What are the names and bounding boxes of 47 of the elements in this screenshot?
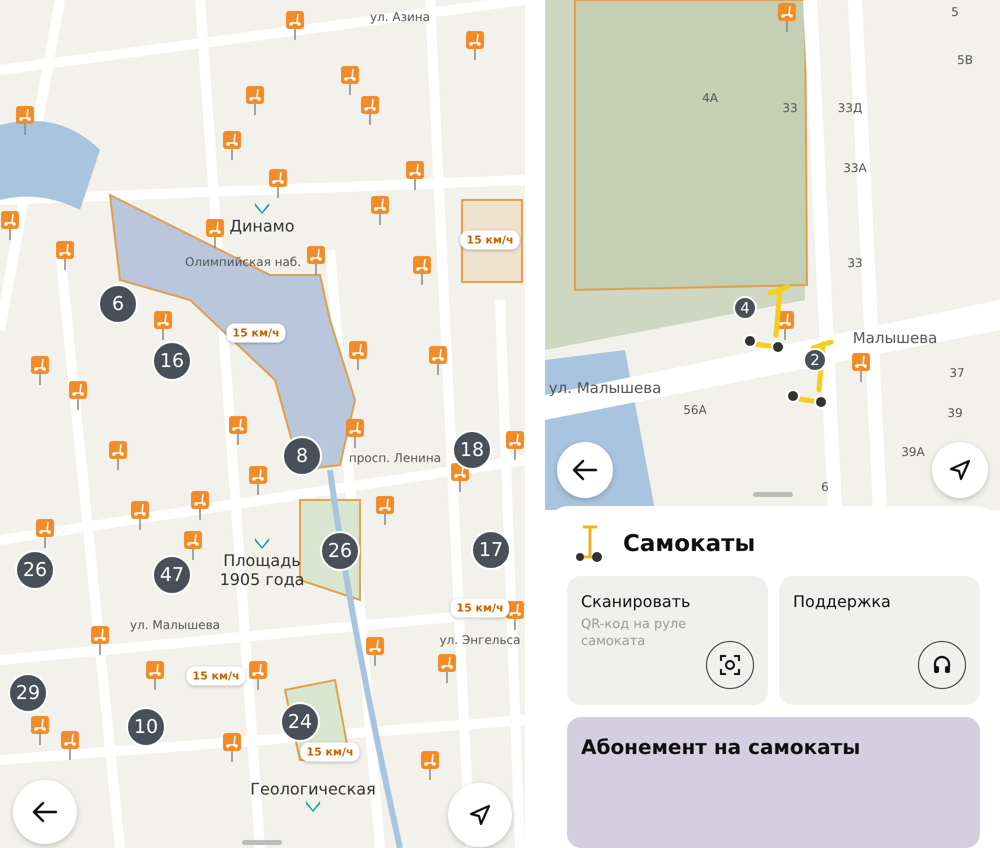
map-label: 39А <box>901 445 925 459</box>
drag-handle[interactable] <box>242 840 282 845</box>
map-label: 5В <box>957 53 973 67</box>
navigation-arrow-icon <box>948 458 972 482</box>
card-title: Абонемент на самокаты <box>581 735 862 759</box>
drag-handle[interactable] <box>753 492 793 497</box>
map-label: 6 <box>821 480 829 494</box>
speed-limit-badge: 15 км/ч <box>226 324 286 342</box>
support-button[interactable] <box>918 641 966 689</box>
scan-icon <box>719 654 741 676</box>
metro-icon <box>254 537 270 549</box>
metro-station-label: Динамо <box>229 216 295 236</box>
street-label: ул. Азина <box>370 10 430 24</box>
street-label: просп. Ленина <box>348 451 442 465</box>
street-map-drawing[interactable] <box>0 0 525 848</box>
street-label: ул. Энгельса <box>440 633 520 647</box>
headset-icon <box>931 654 953 676</box>
speed-limit-badge: 15 км/ч <box>186 666 246 686</box>
speed-limit-badge: 15 км/ч <box>300 742 360 762</box>
map-label: ул. Малышева <box>548 379 662 397</box>
support-card[interactable]: Поддержка <box>779 576 980 705</box>
map-label: 33 <box>782 101 798 115</box>
card-subtitle: QR-код на руле самоката <box>581 617 688 651</box>
subscription-card[interactable]: Абонемент на самокаты <box>567 717 980 848</box>
map-label: 33 <box>847 256 863 270</box>
map-label: 39 <box>947 406 963 420</box>
card-title: Сканировать <box>581 592 692 611</box>
speed-limit-badge: 15 км/ч <box>450 598 510 618</box>
map-label: 4А <box>702 91 718 105</box>
map-label: 5 <box>951 5 959 19</box>
scan-button[interactable] <box>706 641 754 689</box>
sheet-title: Самокаты <box>623 531 756 557</box>
metro-station-label: Геологическая <box>250 779 376 799</box>
back-arrow-icon <box>32 801 58 823</box>
map-label: 37 <box>949 366 965 380</box>
street-label: ул. Малышева <box>130 618 220 632</box>
card-title: Поддержка <box>793 592 892 611</box>
metro-icon <box>254 202 270 214</box>
map-label: 33А <box>843 161 867 175</box>
scan-card[interactable]: Сканировать QR-код на руле самоката <box>567 576 768 705</box>
speed-limit-badge: 15 км/ч <box>460 230 520 250</box>
navigation-arrow-icon <box>468 803 492 827</box>
metro-icon <box>305 800 321 812</box>
map-label: 56А <box>683 403 707 417</box>
map-label: 33Д <box>838 101 862 115</box>
map-label: Малышева <box>852 329 938 347</box>
back-arrow-icon <box>572 459 598 481</box>
